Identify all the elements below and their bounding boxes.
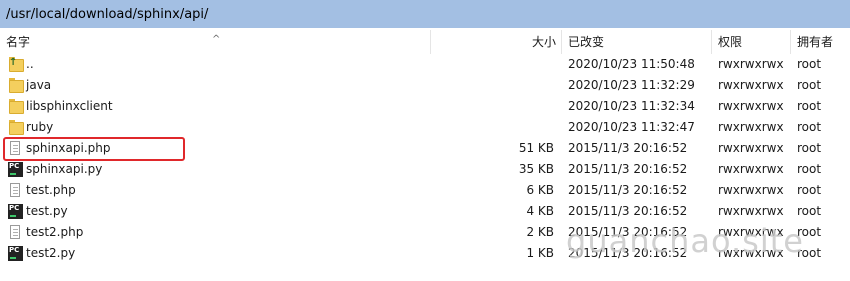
document-icon [8, 183, 23, 198]
file-modified: 2020/10/23 11:50:48 [568, 57, 695, 71]
file-modified: 2015/11/3 20:16:52 [568, 204, 688, 218]
pycharm-file-icon: PC [8, 162, 23, 177]
file-owner: root [797, 204, 822, 218]
folder-icon [8, 99, 24, 114]
file-permissions: rwxrwxrwx [718, 141, 784, 155]
file-permissions: rwxrwxrwx [718, 120, 784, 134]
file-owner: root [797, 141, 822, 155]
file-size: 1 KB [526, 246, 554, 260]
file-row[interactable]: libsphinxclient 2020/10/23 11:32:34 rwxr… [0, 96, 850, 117]
highlight-annotation [3, 137, 185, 161]
file-size: 6 KB [526, 183, 554, 197]
column-header-name[interactable]: 名字 ^ [0, 30, 430, 54]
file-owner: root [797, 78, 822, 92]
document-icon [8, 225, 23, 240]
file-permissions: rwxrwxrwx [718, 99, 784, 113]
file-size: 4 KB [526, 204, 554, 218]
column-header-name-label: 名字 [6, 35, 31, 49]
file-name: .. [26, 57, 34, 71]
column-header-owner-label: 拥有者 [797, 35, 834, 49]
file-permissions: rwxrwxrwx [718, 183, 784, 197]
column-header-modified-label: 已改变 [568, 35, 605, 49]
pycharm-file-icon: PC [8, 246, 23, 261]
file-modified: 2015/11/3 20:16:52 [568, 183, 688, 197]
path-bar[interactable]: /usr/local/download/sphinx/api/ [0, 0, 850, 28]
column-header-permissions[interactable]: 权限 [711, 30, 790, 54]
file-row[interactable]: test.php 6 KB 2015/11/3 20:16:52 rwxrwxr… [0, 180, 850, 201]
file-size: 51 KB [518, 141, 554, 155]
folder-icon [8, 120, 24, 135]
parent-directory-icon: ↑ [8, 57, 24, 72]
file-size [430, 96, 554, 117]
column-header-owner[interactable]: 拥有者 [790, 30, 850, 54]
column-header: 名字 ^ 大小 已改变 权限 拥有者 [0, 30, 850, 54]
file-owner: root [797, 120, 822, 134]
file-permissions: rwxrwxrwx [718, 204, 784, 218]
file-modified: 2020/10/23 11:32:47 [568, 120, 695, 134]
path-text[interactable]: /usr/local/download/sphinx/api/ [6, 7, 208, 22]
file-owner: root [797, 57, 822, 71]
file-name: java [26, 78, 52, 92]
file-name: test.php [26, 183, 76, 197]
file-row[interactable]: ruby 2020/10/23 11:32:47 rwxrwxrwx root [0, 117, 850, 138]
file-owner: root [797, 183, 822, 197]
watermark: guanchao.site [566, 222, 804, 260]
file-permissions: rwxrwxrwx [718, 57, 784, 71]
file-name: sphinxapi.py [26, 162, 103, 176]
column-header-modified[interactable]: 已改变 [561, 30, 711, 54]
file-modified: 2015/11/3 20:16:52 [568, 162, 688, 176]
file-row[interactable]: PC test.py 4 KB 2015/11/3 20:16:52 rwxrw… [0, 201, 850, 222]
file-name: ruby [26, 120, 54, 134]
file-name: test.py [26, 204, 68, 218]
file-size [430, 54, 554, 75]
file-row[interactable]: ↑ .. 2020/10/23 11:50:48 rwxrwxrwx root [0, 54, 850, 75]
file-size [430, 117, 554, 138]
column-header-size-label: 大小 [531, 35, 556, 49]
file-permissions: rwxrwxrwx [718, 78, 784, 92]
file-modified: 2020/10/23 11:32:29 [568, 78, 695, 92]
file-row[interactable]: java 2020/10/23 11:32:29 rwxrwxrwx root [0, 75, 850, 96]
pycharm-file-icon: PC [8, 204, 23, 219]
folder-icon [8, 78, 24, 93]
file-permissions: rwxrwxrwx [718, 162, 784, 176]
file-size: 35 KB [518, 162, 554, 176]
file-modified: 2015/11/3 20:16:52 [568, 141, 688, 155]
file-row[interactable]: PC sphinxapi.py 35 KB 2015/11/3 20:16:52… [0, 159, 850, 180]
column-header-size[interactable]: 大小 [430, 30, 560, 54]
file-name: test2.php [26, 225, 84, 239]
file-name: test2.py [26, 246, 76, 260]
file-owner: root [797, 99, 822, 113]
sort-ascending-icon: ^ [212, 34, 221, 45]
file-size [430, 75, 554, 96]
column-header-permissions-label: 权限 [718, 35, 743, 49]
file-modified: 2020/10/23 11:32:34 [568, 99, 695, 113]
file-name: libsphinxclient [26, 99, 113, 113]
file-size: 2 KB [526, 225, 554, 239]
file-owner: root [797, 162, 822, 176]
